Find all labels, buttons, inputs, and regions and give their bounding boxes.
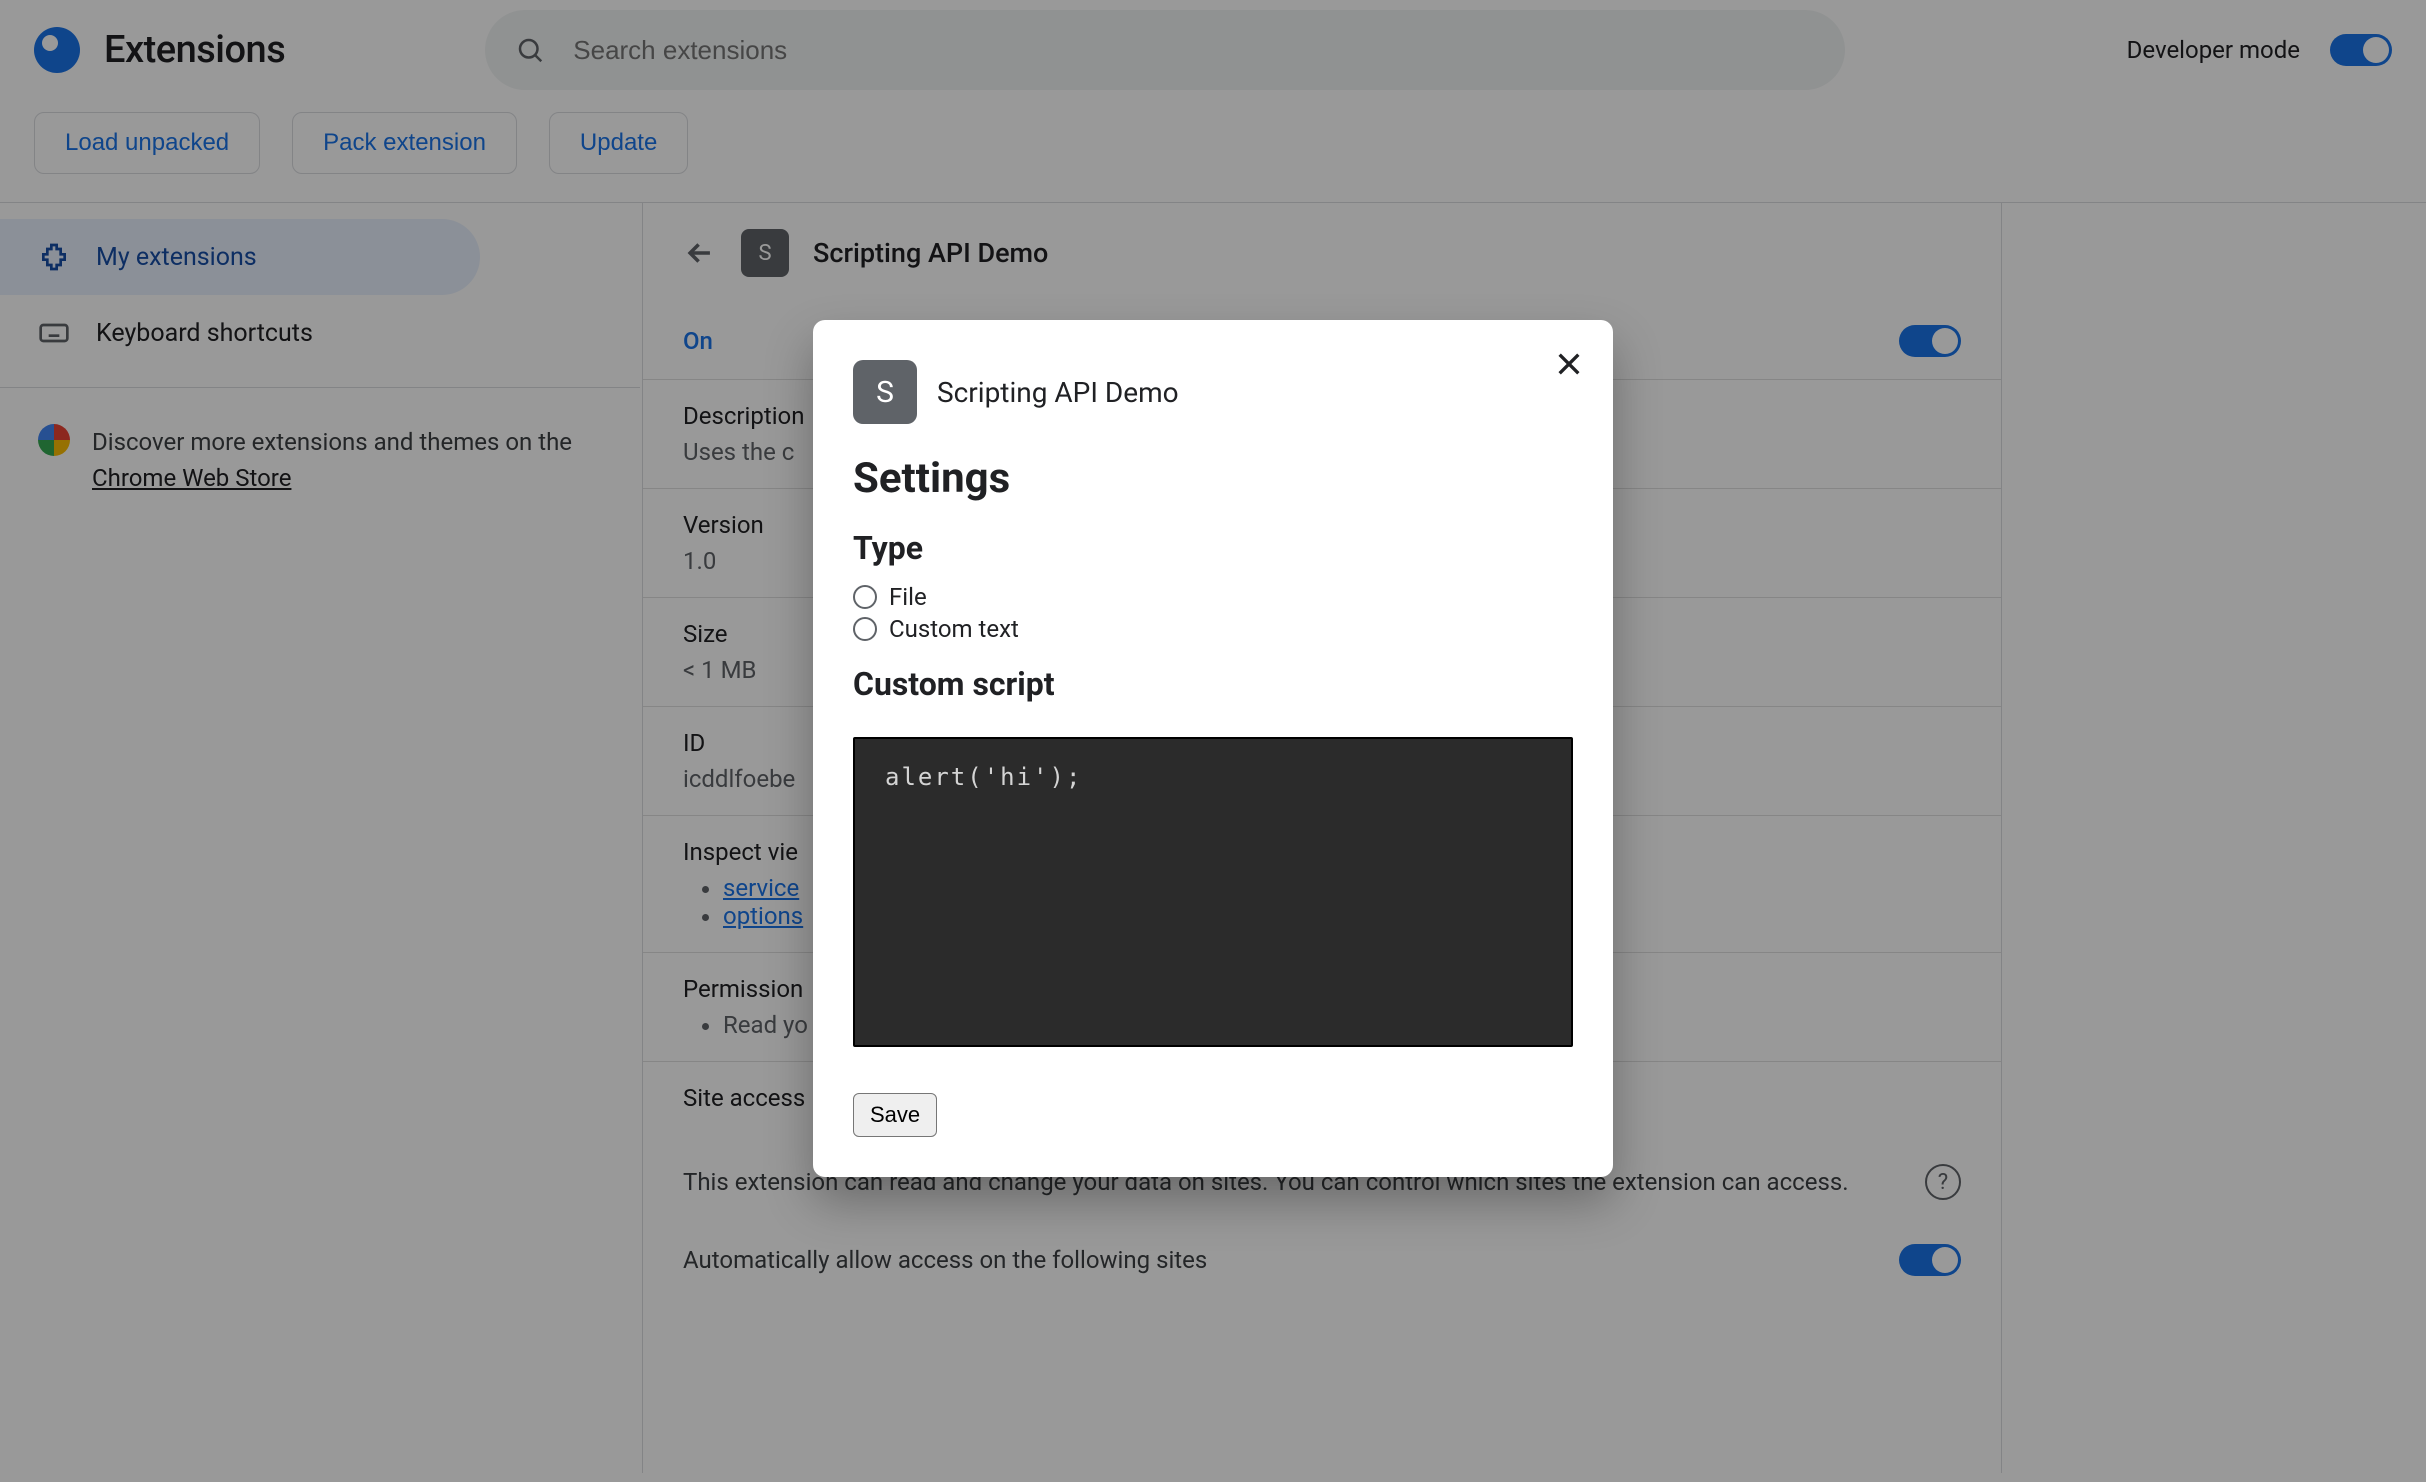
modal-extension-avatar: S <box>853 360 917 424</box>
radio-icon <box>853 585 877 609</box>
custom-script-textarea[interactable] <box>853 737 1573 1047</box>
close-icon[interactable] <box>1553 348 1585 380</box>
save-button[interactable]: Save <box>853 1093 937 1137</box>
modal-heading: Settings <box>853 454 1573 503</box>
type-heading: Type <box>853 529 1573 567</box>
modal-extension-name: Scripting API Demo <box>937 376 1179 409</box>
radio-icon <box>853 617 877 641</box>
custom-script-heading: Custom script <box>853 665 1573 703</box>
radio-label: File <box>889 583 927 611</box>
settings-modal: S Scripting API Demo Settings Type File … <box>813 320 1613 1177</box>
radio-option-file[interactable]: File <box>853 583 1573 611</box>
radio-option-custom-text[interactable]: Custom text <box>853 615 1573 643</box>
radio-label: Custom text <box>889 615 1019 643</box>
modal-overlay: S Scripting API Demo Settings Type File … <box>0 0 2426 1482</box>
